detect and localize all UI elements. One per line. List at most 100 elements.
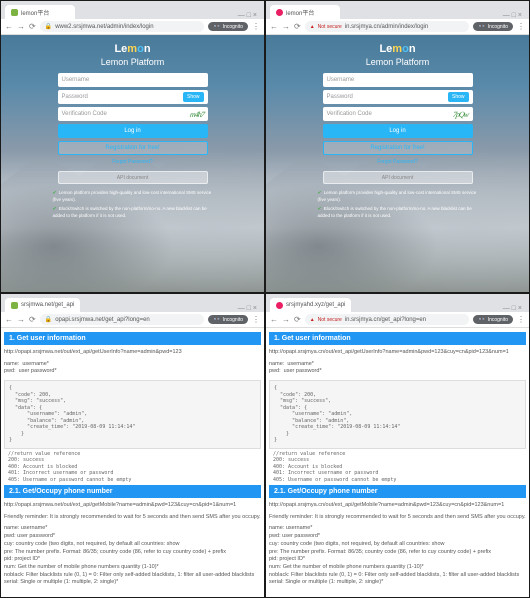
url-text: opapi.srsjmwa.net/get_api?long=en: [55, 317, 150, 323]
request-url: http://opapi.srsjmya.cn/out/ext_api/getU…: [269, 347, 526, 359]
page-title: Lemon Platform: [366, 57, 430, 67]
forgot-password-link[interactable]: Forgot Password?: [323, 159, 473, 165]
not-secure-icon: ▲: [310, 317, 315, 323]
login-button[interactable]: Log in: [323, 124, 473, 138]
menu-icon[interactable]: ⋮: [517, 22, 525, 31]
browser-tabbar: srsjmwa.net/get_api — □ ×: [1, 294, 264, 312]
browser-tab[interactable]: srsjmwa.net/get_api: [5, 298, 80, 312]
section-heading: 1. Get user information: [269, 332, 526, 345]
browser-tabbar: lemon平台 — □ ×: [266, 1, 529, 19]
code-block: { "code": 200, "msg": "success", "data":…: [269, 380, 526, 449]
url-input[interactable]: 🔒opapi.srsjmwa.net/get_api?long=en: [40, 314, 205, 325]
request-url: http://opapi.srsjmwa.net/out/ext_api/get…: [4, 500, 261, 512]
brand-logo: Lemon: [379, 43, 415, 55]
api-doc-body: 1. Get user information http://opapi.srs…: [266, 328, 529, 597]
url-text: in.srsjmya.cn/get_api?long=en: [345, 317, 426, 323]
url-text: www2.srsjmwa.net/admin/index/login: [55, 24, 153, 30]
password-input[interactable]: PasswordShow: [58, 90, 208, 104]
login-page: Lemon Lemon Platform Username PasswordSh…: [1, 35, 264, 292]
reload-icon[interactable]: ⟳: [29, 22, 36, 31]
browser-tabbar: srsjmyahd.xyz/get_api — □ ×: [266, 294, 529, 312]
login-button[interactable]: Log in: [58, 124, 208, 138]
tab-title: lemon平台: [21, 8, 49, 17]
register-button[interactable]: Registration for free!: [323, 141, 473, 155]
menu-icon[interactable]: ⋮: [252, 22, 260, 31]
page-title: Lemon Platform: [101, 57, 165, 67]
verification-input[interactable]: Verification Codem4h7: [58, 107, 208, 121]
window-controls[interactable]: — □ ×: [235, 303, 260, 312]
check-icon: ✔: [318, 206, 322, 212]
reload-icon[interactable]: ⟳: [294, 315, 301, 324]
window-controls[interactable]: — □ ×: [235, 10, 260, 19]
api-doc-button[interactable]: API document: [58, 171, 208, 184]
browser-tab[interactable]: lemon平台: [5, 5, 75, 19]
captcha-image: m4h7: [189, 110, 204, 119]
check-icon: ✔: [53, 206, 57, 212]
back-icon[interactable]: ←: [270, 22, 278, 31]
address-bar-row: ← → ⟳ 🔒www2.srsjmwa.net/admin/index/logi…: [1, 19, 264, 35]
return-codes: //return value reference 200: success 40…: [4, 451, 261, 484]
lock-icon: 🔒: [45, 316, 52, 323]
register-button[interactable]: Registration for free!: [58, 141, 208, 155]
reminder-text: Friendly reminder: It is strongly recomm…: [4, 512, 261, 524]
back-icon[interactable]: ←: [270, 315, 278, 324]
forward-icon[interactable]: →: [282, 22, 290, 31]
window-bot-left: srsjmwa.net/get_api — □ × ← → ⟳ 🔒opapi.s…: [0, 293, 265, 598]
favicon-icon: [11, 302, 18, 309]
login-form: Username PasswordShow Verification Code7…: [323, 73, 473, 184]
params-text: name: username* pwd: user password*: [269, 359, 526, 378]
url-input[interactable]: ▲Not securein.srsjmya.cn/admin/index/log…: [305, 21, 470, 32]
address-bar-row: ← → ⟳ ▲Not securein.srsjmya.cn/admin/ind…: [266, 19, 529, 35]
incognito-badge: Incognito: [473, 315, 513, 324]
incognito-badge: Incognito: [208, 315, 248, 324]
request-url: http://opapi.srsjmya.cn/out/ext_api/getM…: [269, 500, 526, 512]
params-text: name: username* pwd: user password*: [4, 359, 261, 378]
reload-icon[interactable]: ⟳: [294, 22, 301, 31]
not-secure-label: Not secure: [318, 24, 342, 30]
window-top-left: lemon平台 — □ × ← → ⟳ 🔒www2.srsjmwa.net/ad…: [0, 0, 265, 293]
params-list: name: username* pwd: user password* cuy:…: [4, 523, 261, 589]
url-input[interactable]: ▲Not securein.srsjmya.cn/get_api?long=en: [305, 314, 470, 325]
forward-icon[interactable]: →: [17, 315, 25, 324]
favicon-icon: [276, 302, 283, 309]
window-controls[interactable]: — □ ×: [500, 10, 525, 19]
show-password-button[interactable]: Show: [183, 92, 204, 102]
menu-icon[interactable]: ⋮: [252, 315, 260, 324]
tab-title: lemon平台: [286, 8, 314, 17]
brand-logo: Lemon: [114, 43, 150, 55]
reload-icon[interactable]: ⟳: [29, 315, 36, 324]
menu-icon[interactable]: ⋮: [517, 315, 525, 324]
section-heading: 2.1. Get/Occupy phone number: [4, 485, 261, 498]
forward-icon[interactable]: →: [17, 22, 25, 31]
address-bar-row: ← → ⟳ 🔒opapi.srsjmwa.net/get_api?long=en…: [1, 312, 264, 328]
browser-tab[interactable]: srsjmyahd.xyz/get_api: [270, 298, 351, 312]
api-doc-button[interactable]: API document: [323, 171, 473, 184]
url-text: in.srsjmya.cn/admin/index/login: [345, 24, 428, 30]
address-bar-row: ← → ⟳ ▲Not securein.srsjmya.cn/get_api?l…: [266, 312, 529, 328]
window-bot-right: srsjmyahd.xyz/get_api — □ × ← → ⟳ ▲Not s…: [265, 293, 530, 598]
check-icon: ✔: [318, 190, 322, 196]
browser-tabbar: lemon平台 — □ ×: [1, 1, 264, 19]
tab-title: srsjmwa.net/get_api: [21, 302, 74, 308]
not-secure-icon: ▲: [310, 24, 315, 30]
back-icon[interactable]: ←: [5, 22, 13, 31]
forward-icon[interactable]: →: [282, 315, 290, 324]
incognito-badge: Incognito: [208, 22, 248, 31]
forgot-password-link[interactable]: Forgot Password?: [58, 159, 208, 165]
url-input[interactable]: 🔒www2.srsjmwa.net/admin/index/login: [40, 21, 205, 32]
browser-tab[interactable]: lemon平台: [270, 5, 340, 19]
username-input[interactable]: Username: [58, 73, 208, 87]
window-controls[interactable]: — □ ×: [500, 303, 525, 312]
footer-notes: ✔Lemon platform provides high-quality an…: [53, 190, 213, 223]
api-doc-body: 1. Get user information http://opapi.srs…: [1, 328, 264, 597]
favicon-icon: [276, 9, 283, 16]
check-icon: ✔: [53, 190, 57, 196]
not-secure-label: Not secure: [318, 317, 342, 323]
password-input[interactable]: PasswordShow: [323, 90, 473, 104]
request-url: http://opapi.srsjmwa.net/out/ext_api/get…: [4, 347, 261, 359]
username-input[interactable]: Username: [323, 73, 473, 87]
back-icon[interactable]: ←: [5, 315, 13, 324]
favicon-icon: [11, 9, 18, 16]
verification-input[interactable]: Verification Code7pQw: [323, 107, 473, 121]
show-password-button[interactable]: Show: [448, 92, 469, 102]
